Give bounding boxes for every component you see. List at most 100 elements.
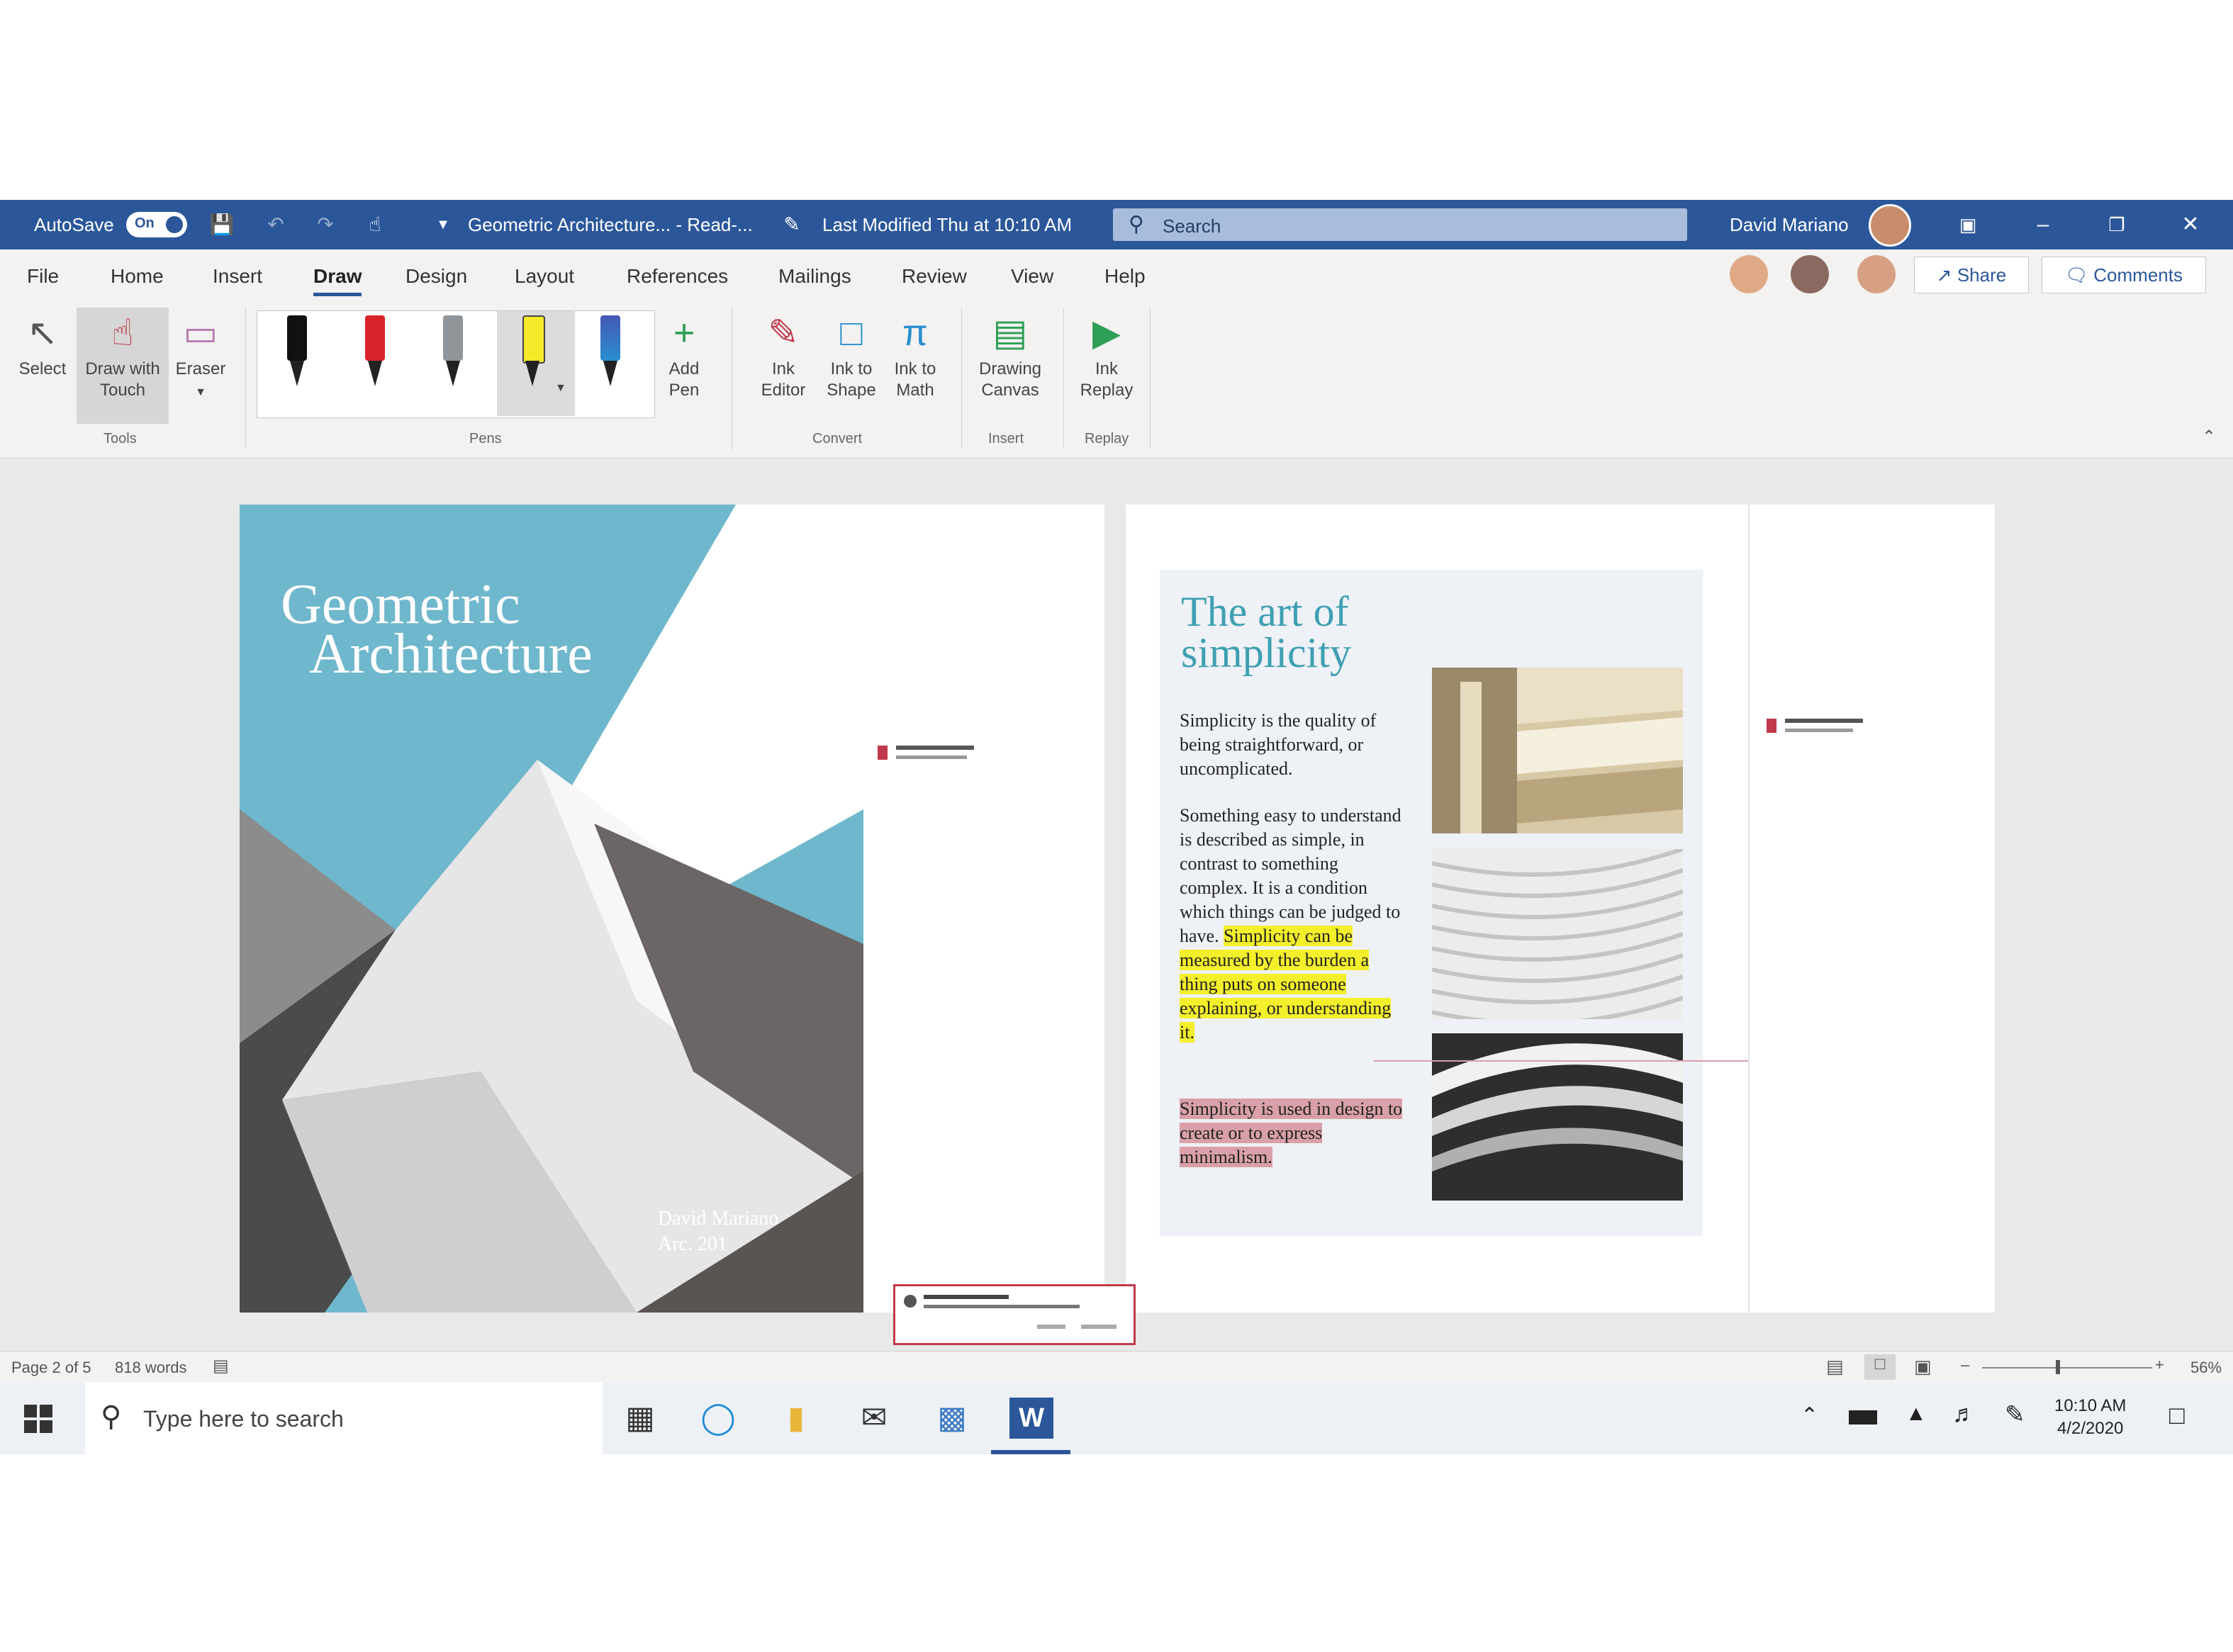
zoom-level[interactable]: 56% [2190,1359,2222,1377]
close-icon[interactable]: ✕ [2169,207,2212,242]
start-tile [24,1420,37,1433]
autosave-toggle[interactable]: On [126,212,187,237]
search-input[interactable]: ⚲ Search [1113,208,1687,241]
add-pen-button[interactable]: + Add Pen [652,312,716,401]
touch-mode-icon[interactable]: ☝ [362,211,388,238]
avatar [904,1295,917,1308]
ink-replay-button[interactable]: ▶ Ink Replay [1075,312,1138,401]
red-pen[interactable] [361,315,389,393]
restore-icon[interactable]: ❐ [2095,207,2138,242]
network-icon[interactable]: ▲ [1905,1402,1927,1426]
volume-icon[interactable]: ♬ [1952,1400,1976,1428]
cover-course: Arc. 201 [658,1233,727,1255]
word-count[interactable]: 818 words [115,1359,187,1377]
drawing-canvas-button[interactable]: ▤ Drawing Canvas [971,312,1049,401]
page-count[interactable]: Page 2 of 5 [11,1359,91,1377]
pen-body [522,315,545,364]
pen-body [443,315,463,361]
tab-references[interactable]: References [627,265,728,288]
taskbar-search-input[interactable]: ⚲ Type here to search [85,1382,603,1454]
eraser-button[interactable]: ▭ Eraser ▼ [169,312,233,403]
comment-marker-icon[interactable] [1767,719,1776,733]
comment-author-line [924,1295,1009,1299]
tab-review[interactable]: Review [902,265,967,288]
tab-file[interactable]: File [27,265,59,288]
ink-to-shape-label: Ink to [830,359,873,378]
edit-pencil-icon: ✎ [783,213,800,235]
pen-tip [368,361,382,386]
chevron-down-icon: ▼ [195,386,206,398]
edge-browser-icon[interactable]: ◯ [698,1398,739,1439]
file-explorer-icon[interactable]: ▮ [776,1398,817,1439]
notifications-icon[interactable]: □ [2169,1400,2185,1430]
collaborator-avatar[interactable] [1791,255,1829,293]
comment-connector [1374,1060,1748,1062]
store-icon[interactable]: ▩ [931,1398,973,1439]
last-modified: Last Modified Thu at 10:10 AM [822,214,1073,235]
galaxy-pen[interactable] [596,315,625,393]
tab-layout[interactable]: Layout [515,265,574,288]
ink-editor-label: Editor [761,381,806,400]
minimize-icon[interactable]: – [2022,207,2064,242]
tab-draw[interactable]: Draw [313,265,362,296]
zoom-in-icon[interactable]: + [2155,1356,2164,1374]
draw-with-touch-button[interactable]: ☝ Draw with Touch [77,312,169,401]
add-pen-label: Pen [668,381,700,400]
chevron-up-icon[interactable]: ⌃ [1801,1403,1818,1428]
battery-icon[interactable] [1849,1410,1877,1425]
tab-insert[interactable]: Insert [213,265,262,288]
black-pen[interactable] [283,315,311,393]
tab-home[interactable]: Home [111,265,164,288]
web-layout-icon[interactable]: ▣ [1914,1356,1932,1378]
pen-body [600,315,620,361]
save-icon[interactable]: 💾 [208,211,235,238]
article-page: The art of simplicity Simplicity is the … [1126,505,1995,1313]
mail-icon[interactable]: ✉ [854,1398,895,1439]
share-button[interactable]: ↗ Share [1914,257,2029,293]
status-bar: Page 2 of 5 818 words ▤ ▤ □ ▣ – + 56% [0,1351,2233,1383]
reply-button[interactable] [1037,1325,1065,1329]
zoom-out-icon[interactable]: – [1961,1356,1969,1374]
windows-start-icon[interactable] [24,1405,52,1433]
ink-editor-button[interactable]: ✎ Ink Editor [751,312,815,401]
comment-text-line [1785,729,1853,732]
tab-help[interactable]: Help [1104,265,1146,288]
tab-view[interactable]: View [1011,265,1053,288]
user-name[interactable]: David Mariano [1730,214,1849,236]
white-lines-photo-art [1432,849,1683,1019]
collaborator-avatar[interactable] [1730,255,1768,293]
autosave-label: AutoSave [34,214,114,235]
system-clock[interactable]: 10:10 AM 4/2/2020 [2054,1395,2126,1440]
zoom-slider[interactable] [1982,1367,2152,1369]
zoom-slider-thumb[interactable] [2056,1360,2060,1374]
collaborator-avatar[interactable] [1857,255,1896,293]
task-view-icon[interactable]: ▦ [620,1398,661,1439]
ink-to-shape-button[interactable]: □ Ink to Shape [819,312,883,401]
undo-icon[interactable]: ↶ [262,211,289,238]
resolve-button[interactable] [1081,1325,1116,1329]
print-layout-icon[interactable]: □ [1864,1354,1896,1380]
ink-replay-label: Ink [1095,359,1118,378]
photo-stairs [1432,668,1683,833]
ribbon-display-icon[interactable]: ▣ [1947,207,1989,242]
comments-button[interactable]: 🗨 Comments [2042,257,2206,293]
proofing-icon[interactable]: ▤ [213,1356,229,1376]
tab-design[interactable]: Design [405,265,467,288]
user-avatar[interactable] [1869,204,1911,247]
gray-pencil[interactable] [439,315,467,393]
word-app-icon[interactable]: W [1009,1398,1053,1439]
collapse-ribbon-icon[interactable]: ⌃ [2202,427,2216,447]
search-icon: ⚲ [1129,213,1144,236]
comment-marker-icon[interactable] [878,746,888,760]
ink-to-math-button[interactable]: π Ink to Math [883,312,947,401]
select-button[interactable]: ↖ Select [14,312,71,380]
pen-workspace-icon[interactable]: ✎ [2005,1400,2025,1429]
redo-icon[interactable]: ↷ [312,211,339,238]
chevron-down-icon[interactable]: ▼ [555,382,566,395]
yellow-highlighter[interactable] [518,315,547,393]
tab-mailings[interactable]: Mailings [778,265,851,288]
read-mode-icon[interactable]: ▤ [1826,1356,1844,1378]
comment-author-line [1785,719,1863,723]
active-comment-card[interactable] [893,1284,1136,1345]
customize-qat-icon[interactable]: ▼ [430,211,457,238]
